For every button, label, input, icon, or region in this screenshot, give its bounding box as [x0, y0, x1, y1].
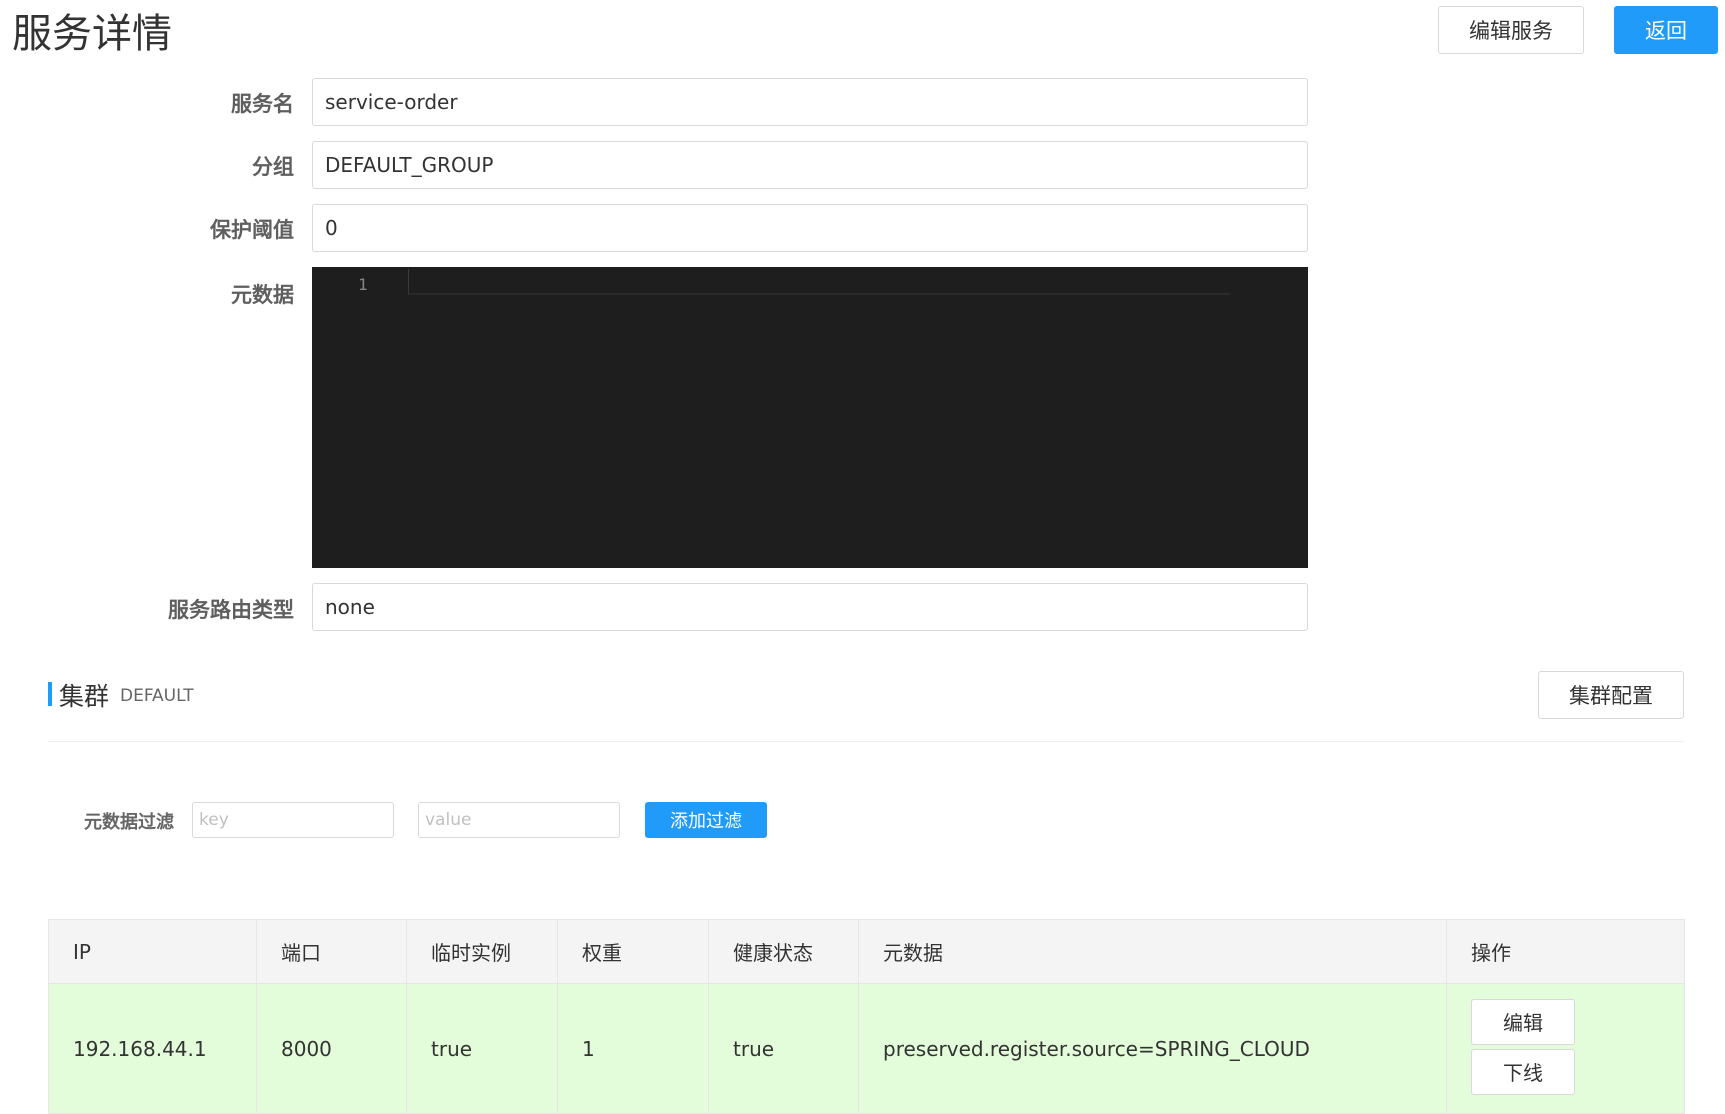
metadata-label: 元数据: [231, 283, 294, 307]
table-row: 192.168.44.1 8000 true 1 true preserved.…: [48, 983, 1685, 1114]
selector-type-label: 服务路由类型: [168, 598, 294, 622]
column-header-operation: 操作: [1446, 919, 1685, 984]
cluster-config-button[interactable]: 集群配置: [1538, 671, 1684, 719]
section-divider: [48, 741, 1684, 742]
cluster-section-title: 集群: [59, 682, 110, 711]
cell-healthy: true: [708, 983, 859, 1114]
metadata-code-editor[interactable]: 1: [312, 267, 1308, 568]
section-accent-bar: [48, 682, 52, 706]
service-name-field[interactable]: service-order: [312, 78, 1308, 126]
back-button[interactable]: 返回: [1614, 6, 1718, 54]
metadata-filter-label: 元数据过滤: [84, 812, 174, 833]
filter-key-input[interactable]: [192, 802, 394, 838]
cell-ip: 192.168.44.1: [48, 983, 257, 1114]
edit-instance-button[interactable]: 编辑: [1471, 998, 1575, 1045]
page-title: 服务详情: [12, 11, 172, 57]
editor-line-number: 1: [358, 275, 368, 294]
service-name-label: 服务名: [231, 92, 294, 116]
column-header-ip: IP: [48, 919, 257, 984]
column-header-port: 端口: [256, 919, 407, 984]
protect-threshold-label: 保护阈值: [210, 218, 294, 242]
cell-metadata: preserved.register.source=SPRING_CLOUD: [858, 983, 1447, 1114]
column-header-weight: 权重: [557, 919, 709, 984]
cell-operations: 编辑 下线: [1446, 983, 1685, 1114]
cell-weight: 1: [557, 983, 709, 1114]
column-header-healthy: 健康状态: [708, 919, 859, 984]
column-header-ephemeral: 临时实例: [406, 919, 558, 984]
add-filter-button[interactable]: 添加过滤: [645, 802, 767, 838]
offline-instance-button[interactable]: 下线: [1471, 1048, 1575, 1095]
selector-type-field[interactable]: none: [312, 583, 1308, 631]
filter-value-input[interactable]: [418, 802, 620, 838]
group-field[interactable]: DEFAULT_GROUP: [312, 141, 1308, 189]
instance-table: IP 端口 临时实例 权重 健康状态 元数据 操作 192.168.44.1 8…: [48, 919, 1685, 1114]
edit-service-button[interactable]: 编辑服务: [1438, 6, 1584, 54]
editor-current-line: [408, 269, 1230, 295]
table-header-row: IP 端口 临时实例 权重 健康状态 元数据 操作: [48, 919, 1685, 984]
column-header-metadata: 元数据: [858, 919, 1447, 984]
cell-ephemeral: true: [406, 983, 558, 1114]
cell-port: 8000: [256, 983, 407, 1114]
cluster-name: DEFAULT: [120, 686, 194, 706]
group-label: 分组: [252, 155, 294, 179]
protect-threshold-field[interactable]: 0: [312, 204, 1308, 252]
